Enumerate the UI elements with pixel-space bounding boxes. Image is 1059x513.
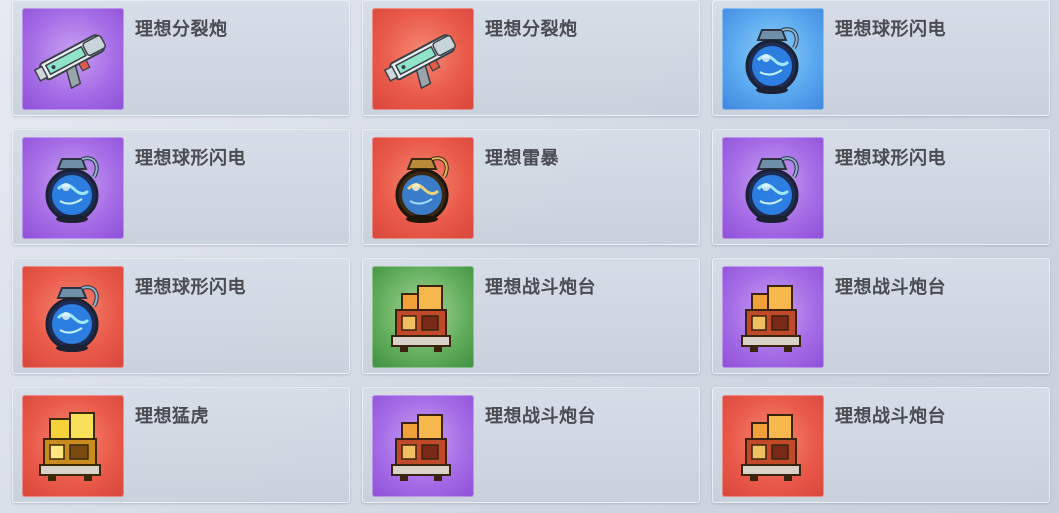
item-card[interactable]: 理想战斗炮台 [362, 387, 700, 503]
item-card[interactable]: 理想猛虎 [12, 387, 350, 503]
item-name: 理想战斗炮台 [835, 406, 946, 427]
item-name: 理想球形闪电 [135, 277, 246, 298]
item-name: 理想球形闪电 [835, 19, 946, 40]
item-icon-tile [22, 395, 124, 497]
item-name: 理想分裂炮 [135, 19, 228, 40]
item-icon-tile [722, 8, 824, 110]
item-icon-tile [22, 137, 124, 239]
item-card[interactable]: 理想球形闪电 [12, 258, 350, 374]
item-icon-tile [22, 266, 124, 368]
item-icon-tile [372, 137, 474, 239]
item-icon-tile [372, 266, 474, 368]
item-card[interactable]: 理想分裂炮 [362, 0, 700, 116]
item-name: 理想战斗炮台 [485, 277, 596, 298]
item-icon-tile [22, 8, 124, 110]
item-grid: 理想分裂炮 理想分裂炮 理想球形闪电 理想球形闪电 理想雷暴 理想球形闪电 理想… [12, 0, 1052, 513]
item-name: 理想球形闪电 [835, 148, 946, 169]
item-card[interactable]: 理想分裂炮 [12, 0, 350, 116]
item-card[interactable]: 理想战斗炮台 [362, 258, 700, 374]
item-card[interactable]: 理想雷暴 [362, 129, 700, 245]
item-icon-tile [372, 395, 474, 497]
item-card[interactable]: 理想球形闪电 [712, 0, 1050, 116]
item-name: 理想球形闪电 [135, 148, 246, 169]
item-icon-tile [722, 266, 824, 368]
item-name: 理想雷暴 [485, 148, 559, 169]
item-card[interactable]: 理想球形闪电 [12, 129, 350, 245]
item-card[interactable]: 理想球形闪电 [712, 129, 1050, 245]
item-name: 理想战斗炮台 [835, 277, 946, 298]
item-name: 理想猛虎 [135, 406, 209, 427]
item-icon-tile [722, 395, 824, 497]
item-icon-tile [372, 8, 474, 110]
item-name: 理想战斗炮台 [485, 406, 596, 427]
item-card[interactable]: 理想战斗炮台 [712, 258, 1050, 374]
item-icon-tile [722, 137, 824, 239]
item-card[interactable]: 理想战斗炮台 [712, 387, 1050, 503]
item-name: 理想分裂炮 [485, 19, 578, 40]
